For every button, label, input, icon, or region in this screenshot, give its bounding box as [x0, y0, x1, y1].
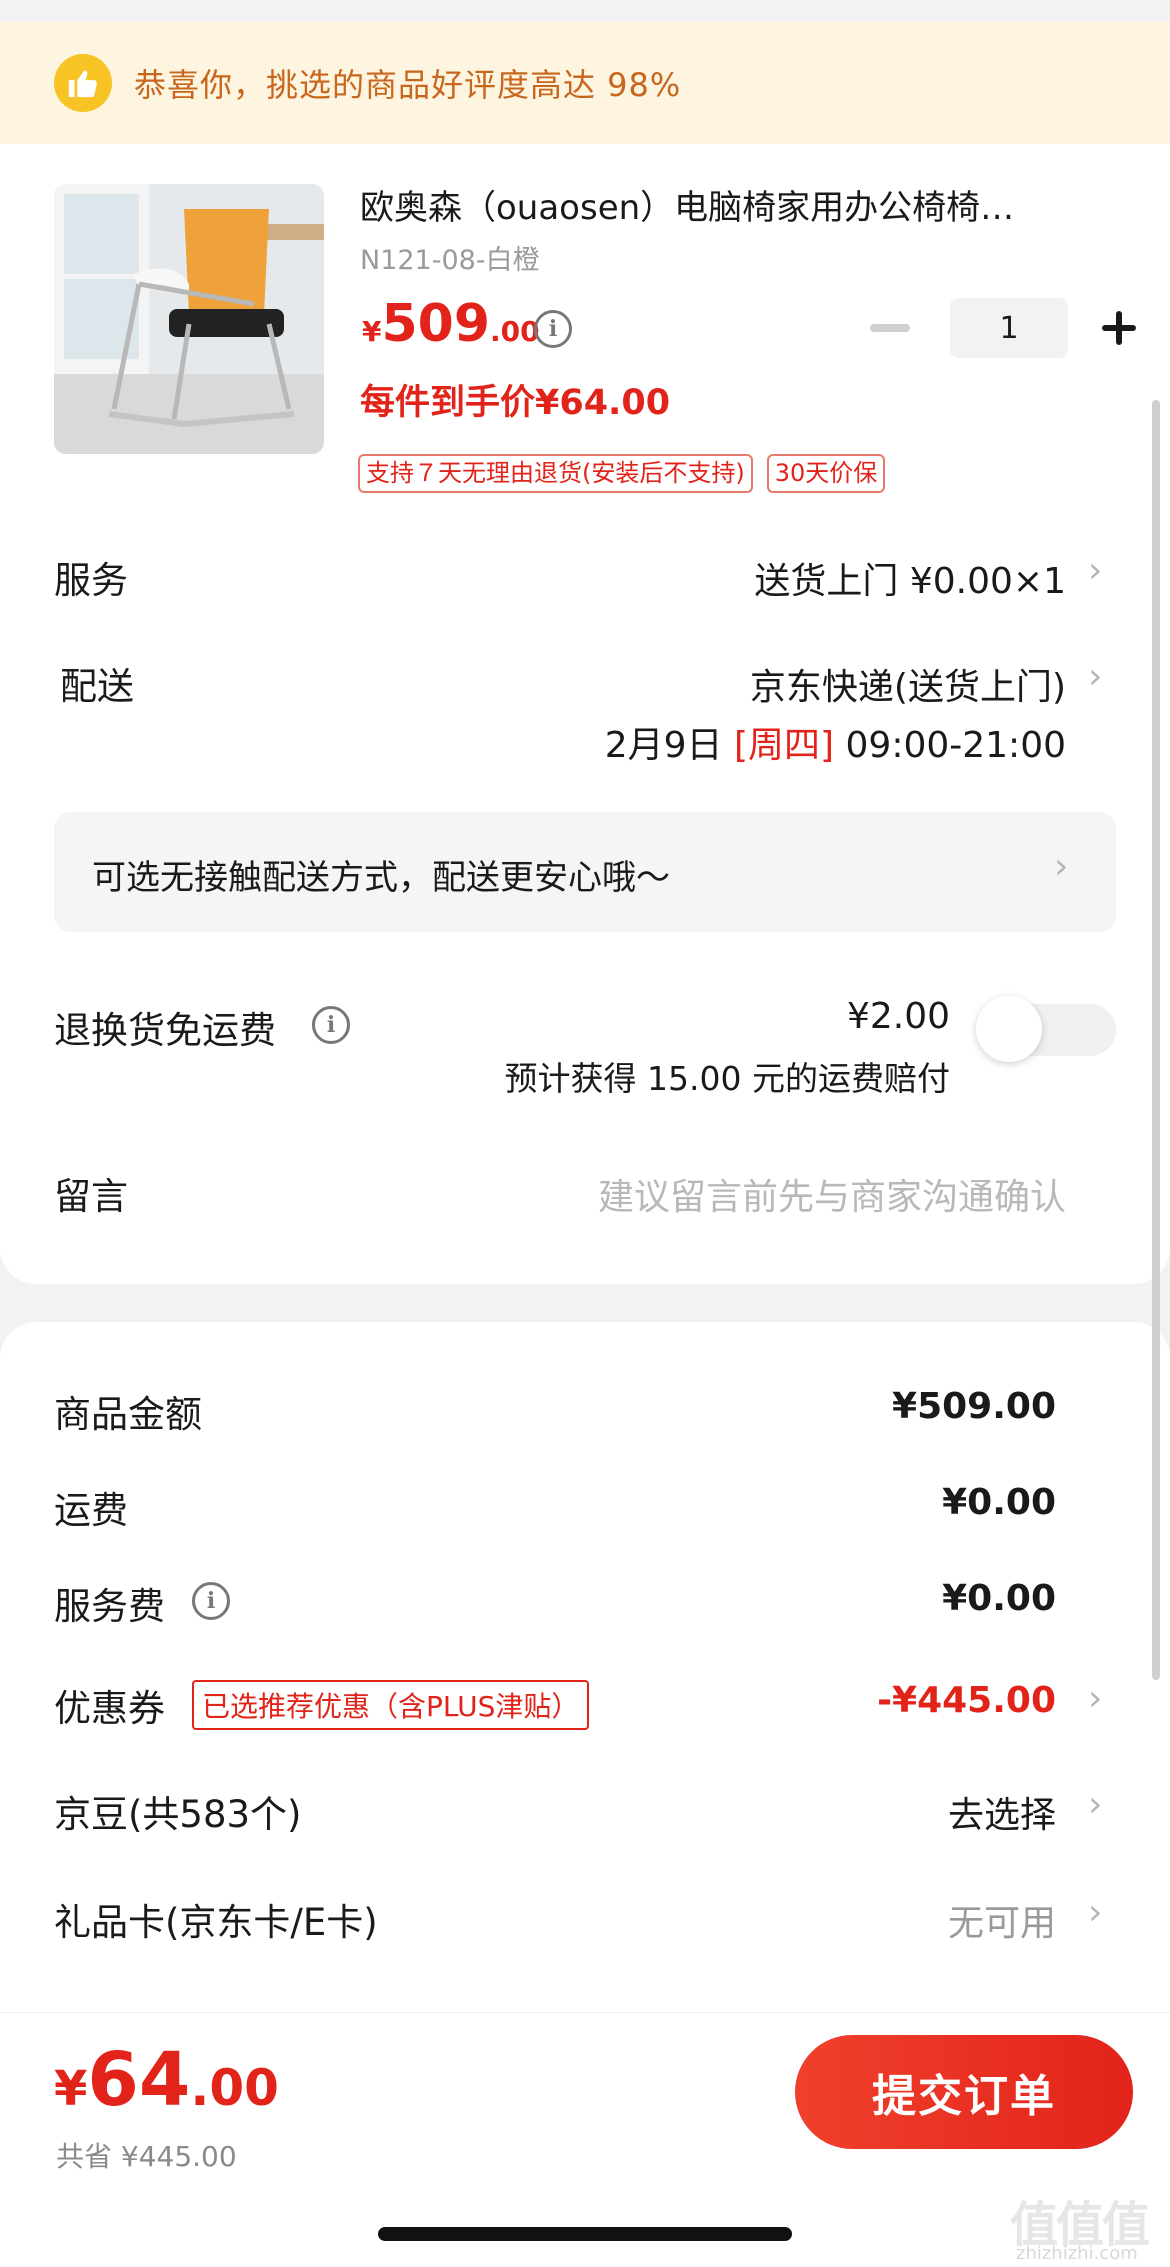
goods-amount-label: 商品金额: [54, 1393, 202, 1436]
toggle-knob: [976, 996, 1042, 1062]
return-insurance-label: 退换货免运费: [54, 1009, 276, 1052]
price-integer: 509: [381, 294, 491, 354]
scrollbar[interactable]: [1152, 400, 1160, 1680]
no-contact-delivery-row[interactable]: 可选无接触配送方式，配送更安心哦～ ›: [54, 812, 1116, 932]
price-protect-tag: 30天价保: [766, 454, 886, 493]
quantity-stepper: 1: [870, 298, 1136, 358]
product-spec: N121-08-白橙: [360, 245, 540, 276]
jingdou-chevron-icon[interactable]: ›: [1088, 1784, 1102, 1825]
product-image[interactable]: [54, 184, 324, 454]
giftcard-label: 礼品卡(京东卡/E卡): [54, 1901, 378, 1944]
delivery-time[interactable]: 2月9日 [周四] 09:00-21:00: [605, 716, 1066, 768]
return-insurance-info-icon[interactable]: i: [312, 1006, 350, 1044]
total-price: ¥64.00: [54, 2037, 279, 2123]
service-fee-value: ¥0.00: [942, 1578, 1056, 1619]
watermark-url: zhizhizhi.com: [1016, 2243, 1138, 2264]
delivery-date: 2月9日: [604, 725, 723, 766]
return-insurance-toggle[interactable]: [976, 996, 1116, 1062]
coupon-tag: 已选推荐优惠（含PLUS津贴）: [192, 1680, 590, 1730]
goods-amount-value: ¥509.00: [892, 1386, 1056, 1427]
submit-order-button[interactable]: 提交订单: [795, 2035, 1133, 2149]
delivery-timeslot: 09:00-21:00: [845, 725, 1066, 766]
delivery-label: 配送: [60, 665, 134, 708]
saved-amount: 共省 ¥445.00: [56, 2140, 237, 2173]
jingdou-label: 京豆(共583个): [54, 1793, 302, 1836]
total-integer: 64: [87, 2037, 191, 2123]
coupon-label: 优惠券: [54, 1687, 165, 1730]
message-input[interactable]: 建议留言前先与商家沟通确认: [598, 1168, 1066, 1220]
product-price: ¥509.00: [362, 294, 540, 354]
unit-price: 每件到手价¥64.00: [360, 383, 671, 423]
delivery-weekday: [周四]: [733, 725, 835, 766]
price-summary-card: 商品金额 ¥509.00 运费 ¥0.00 服务费 i ¥0.00 优惠券 已选…: [0, 1322, 1170, 2012]
no-contact-chevron-icon: ›: [1054, 846, 1069, 887]
quantity-input[interactable]: 1: [950, 298, 1068, 358]
checkout-bar: ¥64.00 共省 ¥445.00 提交订单 值值值 zhizhizhi.com: [0, 2012, 1170, 2267]
praise-banner: 恭喜你，挑选的商品好评度高达 98%: [0, 22, 1170, 144]
delivery-chevron-icon[interactable]: ›: [1088, 656, 1102, 697]
home-indicator[interactable]: [378, 2227, 792, 2241]
thumbs-up-icon: [54, 54, 112, 112]
no-contact-text: 可选无接触配送方式，配送更安心哦～: [92, 858, 670, 898]
order-item-card: 欧奥森（ouaosen）电脑椅家用办公椅椅… N121-08-白橙 ¥509.0…: [0, 144, 1170, 1284]
jingdou-value[interactable]: 去选择: [948, 1786, 1056, 1838]
giftcard-chevron-icon[interactable]: ›: [1088, 1892, 1102, 1933]
shipping-label: 运费: [54, 1489, 128, 1532]
shipping-value: ¥0.00: [942, 1482, 1056, 1523]
increase-quantity-button[interactable]: [1102, 311, 1136, 345]
coupon-chevron-icon[interactable]: ›: [1088, 1678, 1102, 1719]
product-title[interactable]: 欧奥森（ouaosen）电脑椅家用办公椅椅…: [360, 180, 1120, 229]
coupon-value[interactable]: -¥445.00: [877, 1680, 1056, 1721]
return-insurance-desc: 预计获得 15.00 元的运费赔付: [504, 1059, 950, 1098]
service-chevron-icon[interactable]: ›: [1088, 550, 1102, 591]
praise-text: 恭喜你，挑选的商品好评度高达 98%: [134, 66, 682, 104]
giftcard-value[interactable]: 无可用: [948, 1894, 1056, 1946]
total-decimal: .00: [190, 2059, 279, 2117]
message-label: 留言: [54, 1175, 128, 1218]
price-info-icon[interactable]: i: [534, 310, 572, 348]
delivery-method[interactable]: 京东快递(送货上门): [750, 658, 1066, 710]
return-insurance-price: ¥2.00: [846, 996, 950, 1037]
service-fee-info-icon[interactable]: i: [192, 1582, 230, 1620]
service-fee-label: 服务费: [54, 1585, 165, 1628]
return-policy-tag: 支持７天无理由退货(安装后不支持): [358, 454, 753, 493]
total-symbol: ¥: [54, 2061, 88, 2117]
product-tags: 支持７天无理由退货(安装后不支持) 30天价保: [358, 454, 886, 493]
decrease-quantity-button[interactable]: [870, 324, 910, 332]
price-decimal: .00: [490, 315, 540, 348]
service-label: 服务: [54, 559, 128, 602]
price-symbol: ¥: [362, 315, 382, 348]
service-value[interactable]: 送货上门 ¥0.00×1: [754, 552, 1066, 604]
